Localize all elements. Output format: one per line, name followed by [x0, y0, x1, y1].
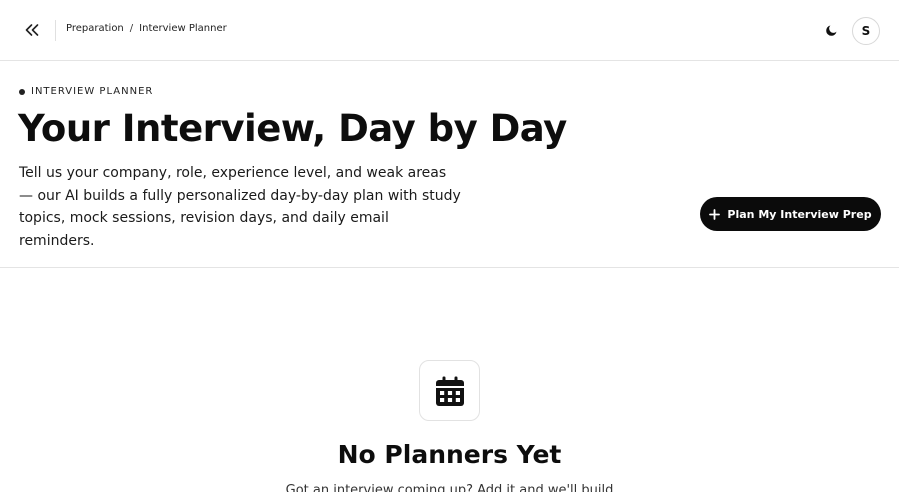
bullet-dot-icon	[19, 88, 25, 95]
empty-state-description: Got an interview coming up? Add it and w…	[285, 483, 614, 492]
calendar-icon	[435, 376, 464, 406]
breadcrumb-parent-link[interactable]: Preparation	[66, 23, 124, 34]
cta-label: Plan My Interview Prep	[727, 207, 872, 221]
page-title: Your Interview, Day by Day	[18, 107, 567, 150]
topbar-divider	[55, 20, 56, 41]
user-avatar[interactable]: S	[852, 17, 880, 45]
breadcrumb-current: Interview Planner	[139, 23, 227, 34]
moon-icon	[826, 25, 837, 36]
plan-interview-prep-button[interactable]: Plan My Interview Prep	[700, 197, 881, 231]
theme-toggle-button[interactable]	[823, 21, 841, 39]
breadcrumb-separator: /	[129, 23, 134, 34]
empty-state-icon-box	[419, 360, 480, 421]
eyebrow-label: INTERVIEW PLANNER	[19, 86, 153, 97]
top-bar: Preparation / Interview Planner S	[0, 0, 899, 61]
hero-section: INTERVIEW PLANNER Your Interview, Day by…	[0, 61, 899, 268]
breadcrumb: Preparation / Interview Planner	[66, 23, 227, 34]
empty-state-title: No Planners Yet	[337, 440, 562, 469]
page-description: Tell us your company, role, experience l…	[19, 165, 461, 249]
double-chevron-left-icon	[25, 24, 39, 36]
plus-icon	[709, 208, 721, 220]
eyebrow-text: INTERVIEW PLANNER	[31, 86, 154, 97]
collapse-sidebar-button[interactable]	[22, 20, 42, 40]
